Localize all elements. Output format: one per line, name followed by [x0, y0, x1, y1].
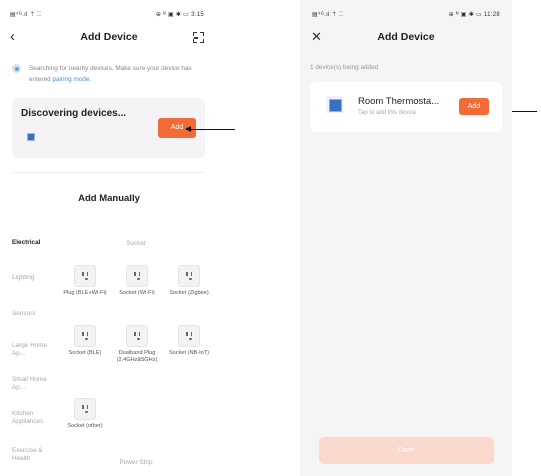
annotation-arrow-left: [185, 125, 235, 133]
discovered-device-icon: [27, 133, 35, 141]
devices-being-added-label: 1 device(s) being added: [310, 64, 379, 71]
section-divider: [12, 172, 205, 173]
search-hint: Searching for nearby devices. Make sure …: [12, 63, 212, 85]
device-hint: Tap to add this device: [358, 110, 417, 116]
thermostat-device-icon: [326, 96, 343, 113]
searching-indicator-icon: [12, 64, 21, 73]
nav-bar: ✕ Add Device: [300, 28, 512, 48]
status-bar-left-icons: ▤⁴ᴳ.ıl ⇡ ⁚⁚: [10, 12, 42, 18]
category-kitchen-appliances[interactable]: Kitchen Appliances: [12, 410, 58, 426]
right-screen: ▤⁴ᴳ.ıl ⇡ ⁚⁚ ⊕ ᴺ ▣ ✱ ▭ 11:28 ✕ Add Device…: [300, 0, 512, 476]
category-large-home-appliances[interactable]: Large Home Ap...: [12, 342, 58, 358]
socket-icon: [126, 325, 148, 347]
discovering-card: Discovering devices... Add: [12, 98, 205, 158]
left-screen: ▤⁴ᴳ.ıl ⇡ ⁚⁚ ⊕ ᴺ ▣ ✱ ▭ 3:15 ‹ Add Device …: [0, 0, 218, 476]
socket-icon: [178, 265, 200, 287]
discovering-title: Discovering devices...: [21, 108, 127, 119]
category-exercise-health[interactable]: Exercise & Health: [12, 447, 58, 463]
device-socket-nb-iot[interactable]: Socket (NB-IoT): [166, 325, 212, 357]
category-electrical[interactable]: Electrical: [12, 239, 58, 247]
done-button[interactable]: Done: [319, 437, 494, 464]
pairing-mode-link[interactable]: pairing mode.: [52, 76, 91, 83]
add-manually-title: Add Manually: [78, 193, 140, 204]
scan-qr-icon[interactable]: [193, 32, 204, 43]
page-title: Add Device: [377, 31, 435, 43]
add-device-button[interactable]: Add: [459, 98, 489, 115]
status-bar-right-icons: ⊕ ᴺ ▣ ✱ ▭ 3:15: [155, 12, 204, 18]
device-socket-wifi[interactable]: Socket (Wi-Fi): [114, 265, 160, 297]
device-socket-ble[interactable]: Socket (BLE): [62, 325, 108, 357]
category-lighting[interactable]: Lighting: [12, 274, 58, 282]
socket-icon: [74, 398, 96, 420]
nav-bar: ‹ Add Device: [0, 28, 218, 48]
status-bar-right-icons: ⊕ ᴺ ▣ ✱ ▭ 11:28: [448, 12, 500, 18]
pending-device-card[interactable]: Room Thermosta... Tap to add this device…: [310, 82, 502, 132]
device-socket-other[interactable]: Socket (other): [62, 398, 108, 430]
socket-icon: [74, 265, 96, 287]
category-small-home-appliances[interactable]: Small Home Ap...: [12, 376, 58, 392]
section-socket: Socket: [126, 240, 146, 247]
page-title: Add Device: [80, 31, 138, 43]
device-dualband-plug[interactable]: Dualband Plug (2.4GHz&5GHz): [114, 325, 160, 364]
device-name: Room Thermosta...: [358, 96, 440, 107]
device-plug-ble-wifi[interactable]: Plug (BLE+Wi-Fi): [62, 265, 108, 297]
socket-icon: [74, 325, 96, 347]
section-power-strip: Power Strip: [119, 459, 153, 466]
status-bar-left-icons: ▤⁴ᴳ.ıl ⇡ ⁚⁚: [312, 12, 344, 18]
device-socket-zigbee[interactable]: Socket (Zigbee): [166, 265, 212, 297]
socket-icon: [126, 265, 148, 287]
category-sensors[interactable]: Sensors: [12, 310, 58, 318]
socket-icon: [178, 325, 200, 347]
